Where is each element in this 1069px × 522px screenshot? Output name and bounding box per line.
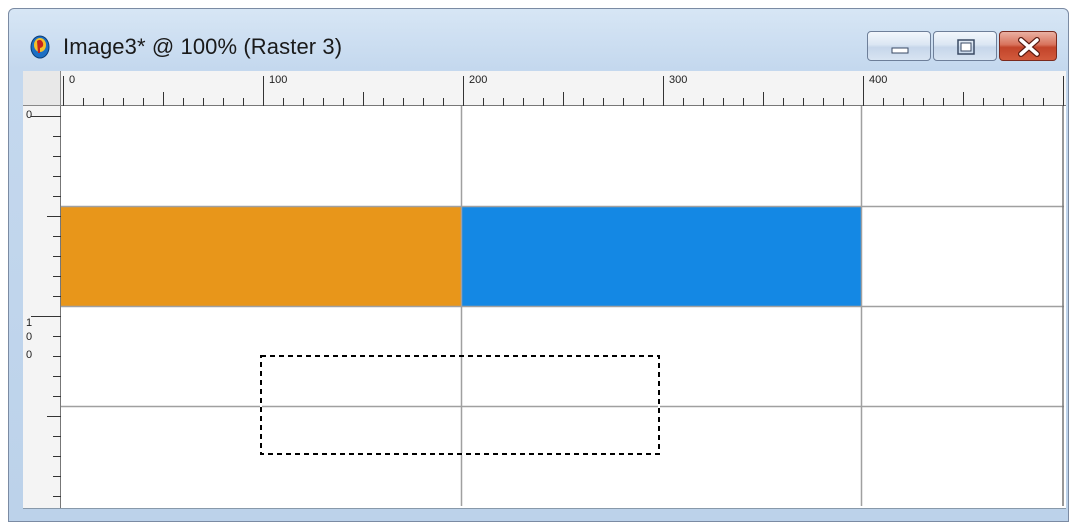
vruler-label-1: 1 bbox=[26, 317, 33, 329]
vruler-label-0c: 0 bbox=[26, 349, 33, 361]
ruler-label-200: 200 bbox=[469, 74, 488, 86]
ruler-label-400: 400 bbox=[869, 74, 888, 86]
vertical-ruler[interactable]: 0 1 0 0 bbox=[23, 106, 61, 516]
minimize-icon bbox=[891, 47, 909, 54]
ruler-label-300: 300 bbox=[669, 74, 688, 86]
vertical-ruler-ticks bbox=[31, 116, 61, 497]
window-title: Image3* @ 100% (Raster 3) bbox=[63, 34, 343, 59]
blue-rectangle bbox=[461, 206, 861, 306]
minimize-button[interactable] bbox=[867, 31, 931, 61]
close-icon bbox=[1018, 37, 1040, 57]
image-window[interactable]: Image3* @ 100% (Raster 3) 0 100 200 300 … bbox=[8, 8, 1069, 522]
maximize-icon bbox=[957, 39, 975, 55]
orange-rectangle bbox=[61, 206, 461, 306]
horizontal-ruler-ticks bbox=[63, 76, 1064, 106]
vruler-label-0b: 0 bbox=[26, 331, 33, 343]
paintshop-pro-icon bbox=[30, 35, 50, 59]
horizontal-ruler[interactable]: 0 100 200 300 400 bbox=[61, 71, 1066, 106]
window-bottom-border bbox=[23, 508, 1066, 517]
close-button[interactable] bbox=[999, 31, 1057, 61]
vruler-label-0: 0 bbox=[26, 109, 33, 121]
ruler-label-100: 100 bbox=[269, 74, 288, 86]
ruler-label-0: 0 bbox=[69, 74, 76, 86]
ruler-corner bbox=[23, 71, 61, 106]
image-canvas[interactable] bbox=[61, 106, 1064, 506]
document-area[interactable]: 0 100 200 300 400 0 1 0 0 bbox=[23, 71, 1066, 517]
title-bar[interactable]: Image3* @ 100% (Raster 3) bbox=[9, 9, 1068, 69]
maximize-button[interactable] bbox=[933, 31, 997, 61]
